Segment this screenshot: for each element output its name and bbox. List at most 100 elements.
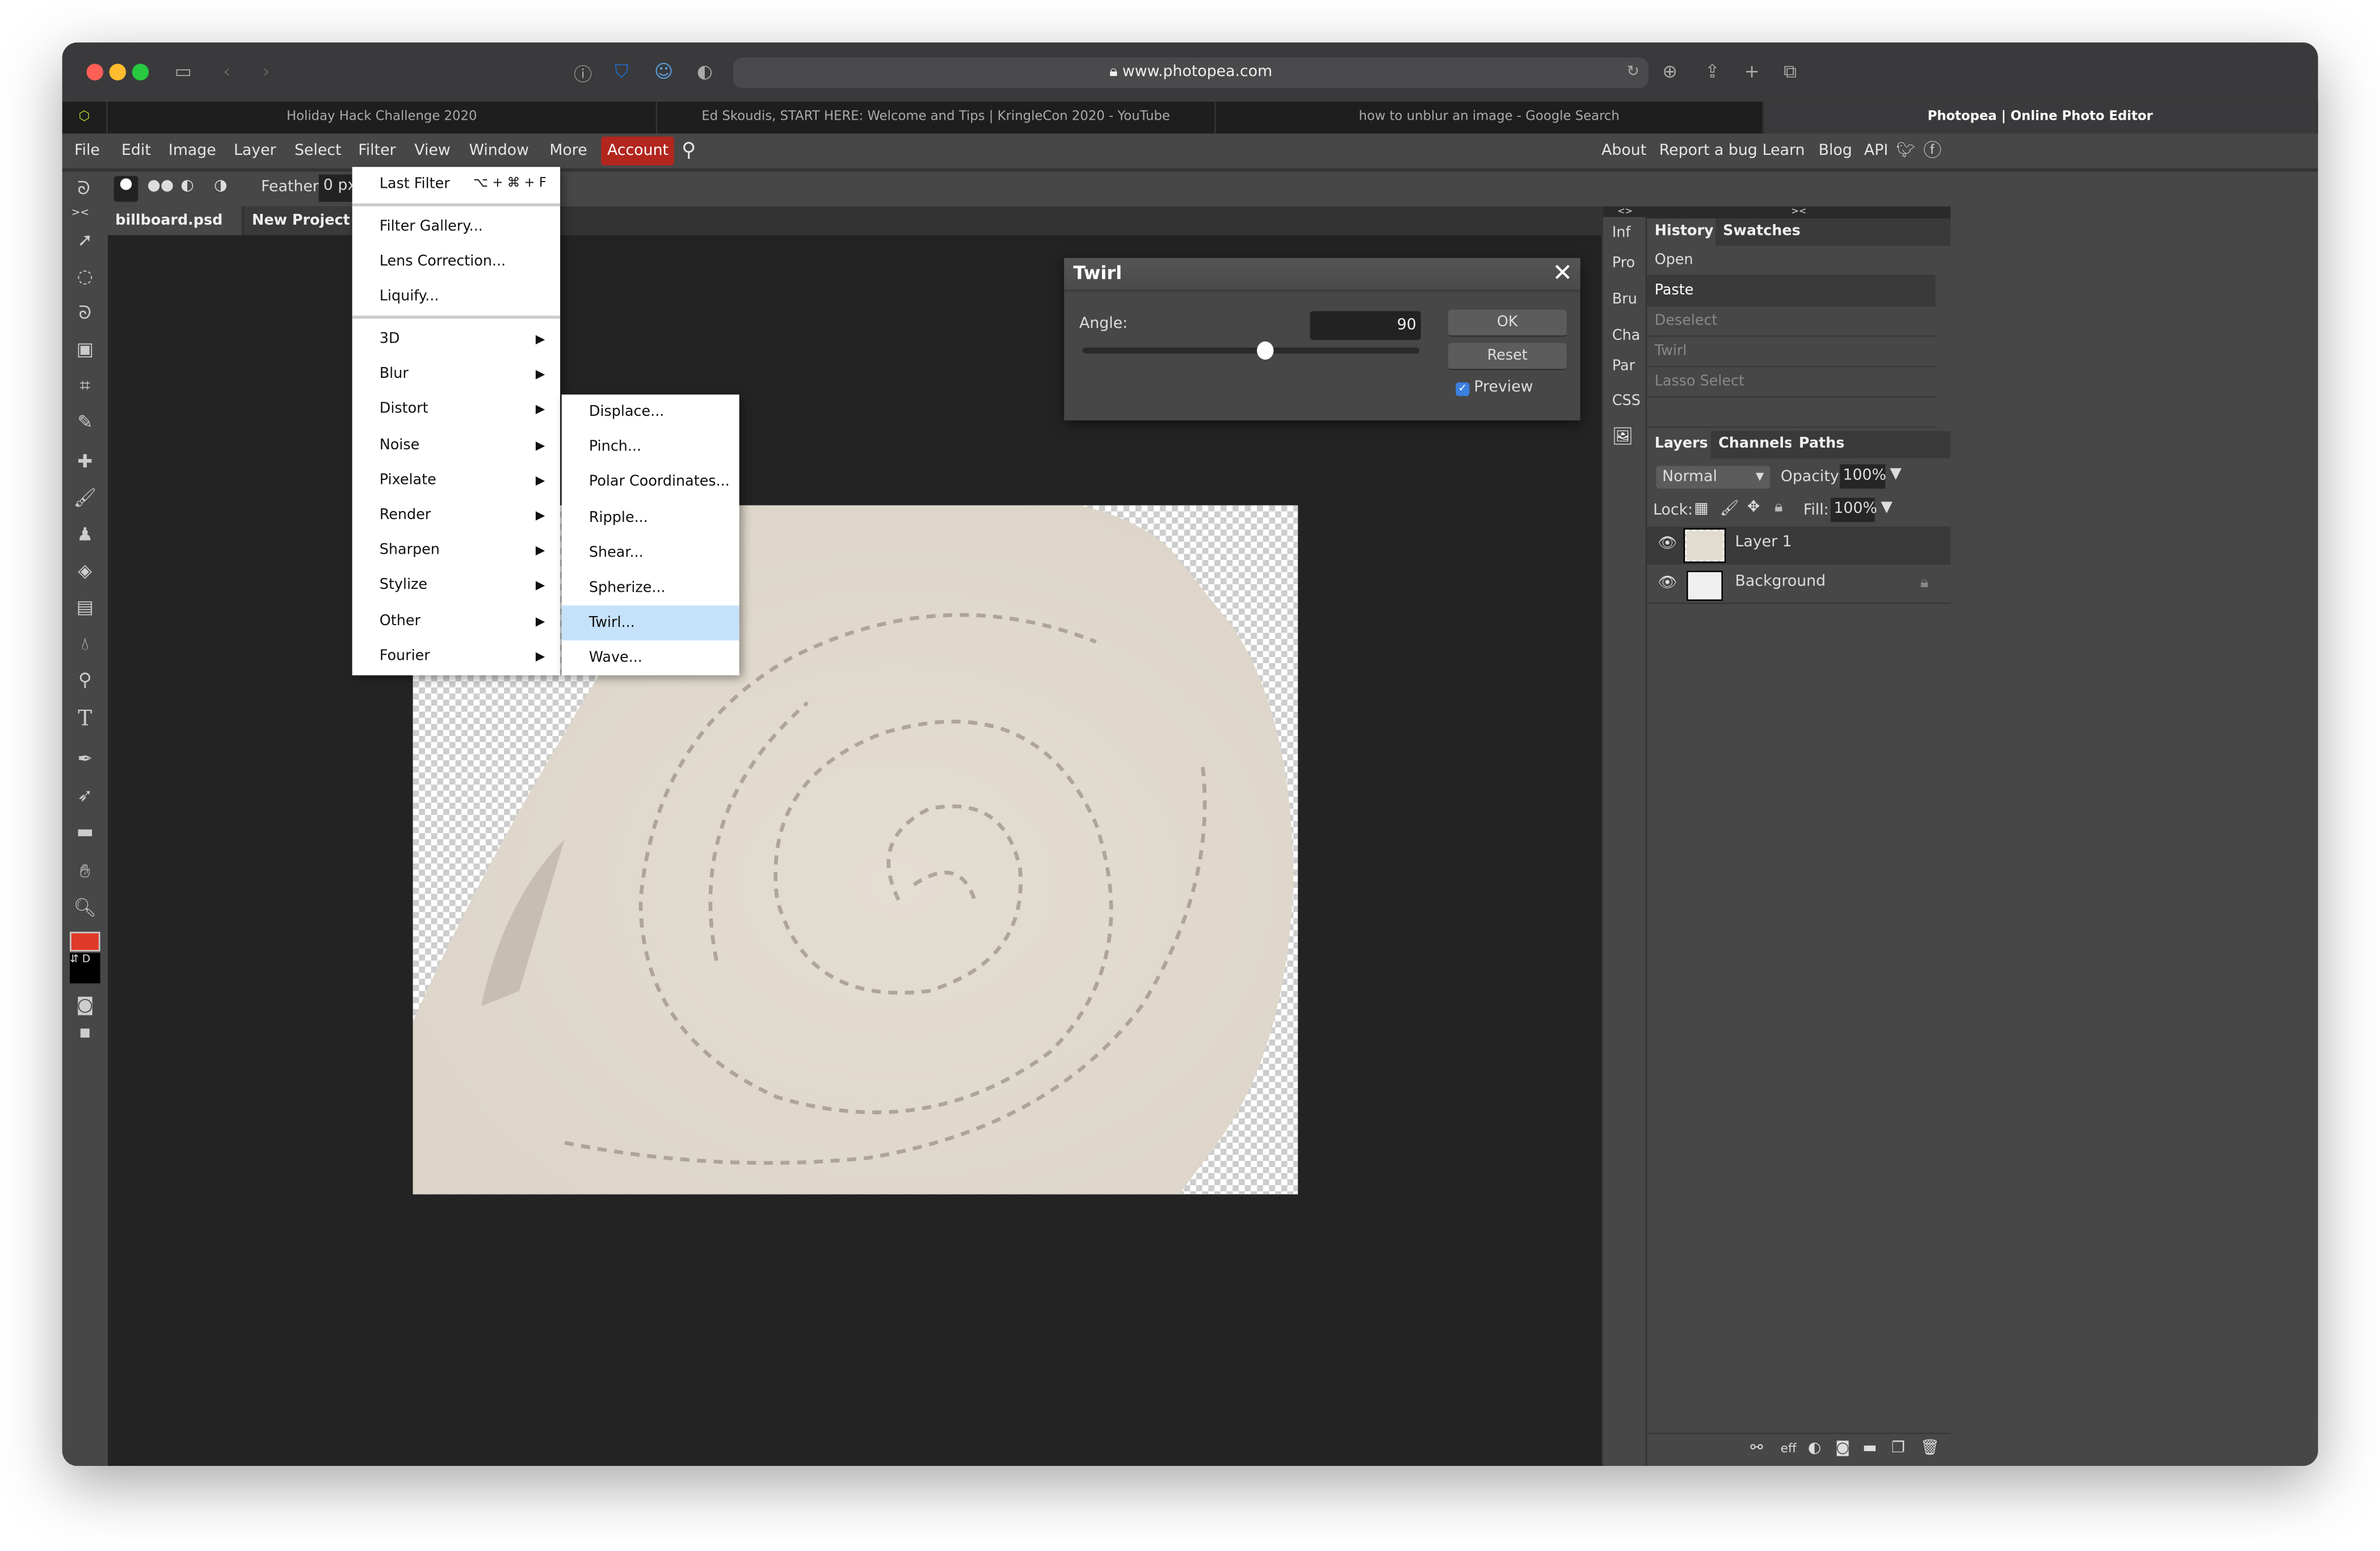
bitwarden-shield-icon[interactable]: ⛉ — [615, 61, 628, 83]
side-tab-bru[interactable]: Bru — [1612, 292, 1637, 308]
dodge-tool-icon[interactable]: ⚲ — [73, 668, 97, 692]
privacy-shield-icon[interactable]: ◐ — [697, 61, 713, 82]
tab-swatches[interactable]: Swatches — [1715, 218, 1809, 246]
zoom-tool-icon[interactable]: 🔍︎ — [73, 895, 97, 920]
eye-icon[interactable]: 👁︎ — [1658, 575, 1677, 592]
tab-overview-icon[interactable]: ⧉ — [1784, 61, 1797, 83]
lock-all-icon[interactable]: 🔒︎ — [1775, 499, 1782, 516]
menu-item-last-filter[interactable]: Last Filter ⌥ + ⌘ + F — [352, 167, 560, 202]
tab-layers[interactable]: Layers — [1647, 431, 1716, 458]
back-icon[interactable]: ‹ — [223, 61, 230, 82]
search-icon[interactable]: ⚲ — [682, 133, 696, 168]
forward-icon[interactable]: › — [263, 61, 270, 82]
gradient-tool-icon[interactable]: ▤ — [73, 595, 97, 619]
menu-select[interactable]: Select — [295, 133, 342, 168]
healing-tool-icon[interactable]: ✚ — [73, 449, 97, 474]
shape-tool-icon[interactable]: ▬ — [73, 820, 97, 844]
intersect-selection-icon[interactable]: ◑ — [214, 178, 227, 194]
side-tab-pro[interactable]: Pro — [1612, 255, 1635, 271]
quick-select-tool-icon[interactable]: ▣ — [73, 337, 97, 361]
delete-layer-icon[interactable]: 🗑︎ — [1920, 1440, 1940, 1457]
fill-input[interactable]: 100% — [1831, 498, 1877, 522]
reset-button[interactable]: Reset — [1448, 343, 1567, 370]
link-learn[interactable]: Learn — [1763, 133, 1805, 168]
eye-icon[interactable]: 👁︎ — [1658, 536, 1677, 552]
side-tab-cha[interactable]: Cha — [1612, 328, 1640, 344]
account-button[interactable]: Account — [601, 136, 675, 166]
menu-item-ripple[interactable]: Ripple... — [562, 500, 739, 536]
info-icon[interactable]: ⓘ — [574, 61, 592, 86]
menu-image[interactable]: Image — [169, 133, 216, 168]
collapse-panels-icon[interactable]: >< — [1647, 206, 1951, 219]
history-item[interactable]: Paste — [1647, 276, 1936, 307]
menu-item-stylize[interactable]: Stylize ▶ — [352, 568, 560, 603]
new-group-icon[interactable]: ▬ — [1862, 1440, 1877, 1457]
expand-panels-icon[interactable]: <> — [1603, 206, 1647, 217]
eyedropper-tool-icon[interactable]: ✎ — [73, 410, 97, 434]
menu-item-pixelate[interactable]: Pixelate ▶ — [352, 462, 560, 498]
menu-item-render[interactable]: Render ▶ — [352, 498, 560, 533]
browser-tab[interactable]: Holiday Hack Challenge 2020 — [108, 102, 658, 134]
dialog-titlebar[interactable]: Twirl ✕ — [1064, 258, 1580, 292]
address-bar[interactable]: 🔒︎ www.photopea.com ↻ — [733, 57, 1649, 88]
menu-item-sharpen[interactable]: Sharpen ▶ — [352, 533, 560, 568]
share-icon[interactable]: ⇪ — [1705, 61, 1720, 82]
move-tool-icon[interactable]: ➚ — [73, 227, 97, 252]
foreground-color-swatch[interactable] — [70, 932, 100, 952]
lock-transparency-icon[interactable]: ▦ — [1694, 501, 1708, 517]
add-selection-icon[interactable]: ●● — [147, 178, 174, 194]
layer-row-layer-1[interactable]: 👁︎ Layer 1 — [1647, 526, 1951, 565]
menu-item-spherize[interactable]: Spherize... — [562, 571, 739, 606]
tab-paths[interactable]: Paths — [1791, 431, 1852, 458]
doc-tab-billboard[interactable]: billboard.psd × — [107, 206, 242, 258]
image-panel-icon[interactable]: 🖼︎ — [1612, 427, 1633, 446]
twitter-icon[interactable]: 🐦︎ — [1896, 133, 1915, 168]
history-item[interactable]: Open — [1647, 246, 1936, 276]
minimize-window-button[interactable] — [109, 64, 127, 81]
crop-tool-icon[interactable]: ⌗ — [73, 373, 97, 398]
type-tool-icon[interactable]: T — [73, 707, 97, 732]
menu-file[interactable]: File — [74, 133, 100, 168]
screen-mode-icon[interactable]: ▪ — [73, 1020, 97, 1044]
download-icon[interactable]: ⊕ — [1662, 61, 1677, 82]
link-about[interactable]: About — [1601, 133, 1646, 168]
close-icon[interactable]: ✕ — [1552, 258, 1572, 287]
tab-history[interactable]: History — [1647, 218, 1721, 246]
menu-view[interactable]: View — [414, 133, 450, 168]
blend-mode-select[interactable]: Normal ▼ — [1656, 466, 1771, 489]
preview-checkbox[interactable]: ✓ — [1456, 382, 1470, 397]
brush-tool-icon[interactable]: 🖌︎ — [73, 486, 97, 510]
browser-tab-active[interactable]: Photopea | Online Photo Editor — [1764, 102, 2318, 134]
menu-filter[interactable]: Filter — [358, 133, 396, 168]
browser-tab[interactable]: Ed Skoudis, START HERE: Welcome and Tips… — [657, 102, 1216, 134]
menu-item-other[interactable]: Other ▶ — [352, 604, 560, 639]
opacity-dropdown-icon[interactable]: ▼ — [1890, 466, 1902, 482]
tab-channels[interactable]: Channels — [1710, 431, 1801, 458]
new-tab-icon[interactable]: + — [1744, 61, 1760, 82]
lasso-tool-icon[interactable]: ᘐ — [73, 301, 97, 325]
ok-button[interactable]: OK — [1448, 309, 1567, 337]
hand-tool-icon[interactable]: ✋︎ — [73, 859, 97, 883]
close-window-button[interactable] — [86, 64, 103, 81]
link-layers-icon[interactable]: ⚯ — [1750, 1440, 1763, 1457]
zoom-window-button[interactable] — [132, 64, 149, 81]
new-selection-icon[interactable]: ● — [113, 176, 138, 202]
marquee-tool-icon[interactable]: ◌ — [73, 264, 97, 288]
subtract-selection-icon[interactable]: ◐ — [180, 178, 194, 194]
eraser-tool-icon[interactable]: ◈ — [73, 558, 97, 583]
menu-item-blur[interactable]: Blur ▶ — [352, 357, 560, 392]
stamp-tool-icon[interactable]: ♟ — [73, 522, 97, 546]
background-color-swatch[interactable]: ⇵ D — [70, 952, 100, 984]
ghostery-icon[interactable]: ☺ — [654, 61, 673, 82]
menu-item-filter-gallery[interactable]: Filter Gallery... — [352, 209, 560, 245]
lock-pixels-icon[interactable]: 🖌︎ — [1720, 501, 1739, 517]
facebook-icon[interactable]: ⓕ — [1923, 133, 1941, 168]
menu-item-3d[interactable]: 3D ▶ — [352, 322, 560, 357]
pen-tool-icon[interactable]: ✒ — [73, 747, 97, 771]
collapse-toolbar-icon[interactable]: >< — [72, 206, 89, 218]
angle-input[interactable]: 90 — [1310, 311, 1421, 340]
menu-item-fourier[interactable]: Fourier ▶ — [352, 639, 560, 674]
side-tab-par[interactable]: Par — [1612, 358, 1635, 374]
link-api[interactable]: API — [1864, 133, 1888, 168]
menu-item-distort[interactable]: Distort ▶ — [352, 392, 560, 427]
